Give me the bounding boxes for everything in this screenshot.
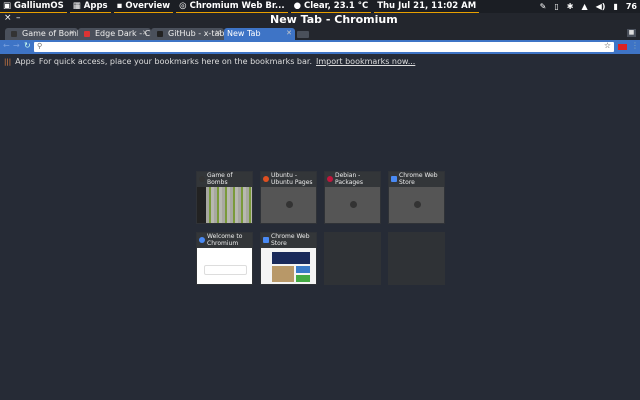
- tab-favicon: [157, 31, 163, 37]
- apps-grid-icon: ▦: [72, 1, 81, 11]
- tile-thumbnail: [261, 248, 316, 284]
- omnibox-input[interactable]: ⚲ ☆: [34, 41, 614, 52]
- placeholder-dot: [414, 201, 421, 208]
- tab-favicon: [84, 31, 90, 37]
- tile-header: Ubuntu - Ubuntu Pages: [261, 172, 316, 187]
- new-tab-button[interactable]: [297, 31, 309, 38]
- tile-header: Game of Bombs: [197, 172, 252, 187]
- tile-thumbnail: [261, 187, 316, 223]
- import-bookmarks-link[interactable]: Import bookmarks now...: [316, 57, 415, 66]
- battery-icon[interactable]: ▮: [613, 2, 617, 11]
- star-bookmark-icon[interactable]: ☆: [604, 41, 611, 50]
- tile-thumbnail: [389, 187, 444, 223]
- apps-grid-icon: |||: [4, 57, 12, 66]
- tile-thumbnail: [197, 248, 252, 284]
- pen-icon[interactable]: ✎: [540, 2, 547, 11]
- toolbar: ← → ↻ ⚲ ☆ ⋮: [0, 40, 640, 54]
- volume-icon[interactable]: ◀): [596, 2, 606, 11]
- window-title: New Tab - Chromium: [270, 13, 398, 26]
- panel-overview[interactable]: ▪ Overview: [113, 0, 174, 13]
- tile-favicon: [391, 176, 397, 182]
- chromium-icon: ◎: [179, 1, 187, 11]
- tab-strip: Game of Bombs✕ Edge Dark - Chrome✕ GitHu…: [0, 27, 640, 40]
- tab-edge-dark[interactable]: Edge Dark - Chrome✕: [78, 28, 151, 40]
- tile-thumbnail: [197, 187, 252, 223]
- most-visited-tile[interactable]: Chrome Web Store: [388, 171, 445, 224]
- gallium-logo-icon: ▣: [3, 1, 12, 11]
- tile-title: Game of Bombs: [207, 172, 233, 186]
- close-tab-icon[interactable]: ✕: [69, 29, 75, 37]
- close-window-button[interactable]: ×: [4, 13, 12, 23]
- placeholder-dot: [286, 201, 293, 208]
- bookmarks-bar: ||| Apps For quick access, place your bo…: [0, 55, 640, 68]
- tile-title: Chrome Web Store: [271, 233, 310, 247]
- tile-header: Debian - Packages: [325, 172, 380, 187]
- extension-icon[interactable]: [618, 44, 627, 50]
- search-icon: ⚲: [37, 42, 43, 50]
- close-tab-icon[interactable]: ✕: [215, 29, 221, 37]
- tile-title: Welcome to Chromium: [207, 233, 243, 247]
- tile-title: Debian - Packages: [335, 172, 363, 186]
- panel-menu-gallium[interactable]: ▣ GalliumOS: [0, 0, 67, 13]
- weather-icon: ●: [293, 1, 301, 11]
- most-visited-tile[interactable]: Chrome Web Store: [260, 232, 317, 285]
- tile-title: Chrome Web Store: [399, 172, 438, 186]
- tab-new-tab[interactable]: New Tab ✕: [224, 28, 295, 40]
- battery-level: 76: [625, 2, 637, 11]
- empty-tile: [324, 232, 381, 285]
- tile-header: Chrome Web Store: [389, 172, 444, 187]
- overview-icon: ▪: [116, 1, 123, 11]
- tile-title: Ubuntu - Ubuntu Pages: [271, 172, 313, 186]
- apps-shortcut[interactable]: Apps: [15, 57, 35, 66]
- most-visited-tile[interactable]: Game of Bombs: [196, 171, 253, 224]
- back-icon[interactable]: ←: [3, 41, 10, 50]
- network-icon[interactable]: ▲: [581, 2, 587, 11]
- tile-favicon: [263, 176, 269, 182]
- profile-icon[interactable]: ■: [627, 29, 636, 37]
- bluetooth-icon[interactable]: ✱: [567, 2, 574, 11]
- forward-icon[interactable]: →: [13, 41, 20, 50]
- menu-icon[interactable]: ⋮: [631, 41, 639, 50]
- tile-favicon: [327, 176, 333, 182]
- system-panel: ▣ GalliumOS ▦ Apps ▪ Overview ◎ Chromium Web…: [0, 0, 640, 13]
- tab-game-of-bombs[interactable]: Game of Bombs✕: [5, 28, 78, 40]
- tab-favicon: [11, 31, 17, 37]
- panel-chromium[interactable]: ◎ Chromium Web Br...: [176, 0, 288, 13]
- panel-clock[interactable]: Thu Jul 21, 11:02 AM: [374, 0, 480, 13]
- tab-github[interactable]: GitHub - x-tab ✕: [151, 28, 224, 40]
- panel-weather[interactable]: ● Clear, 23.1 °C: [290, 0, 372, 13]
- close-tab-icon[interactable]: ✕: [142, 29, 148, 37]
- reload-icon[interactable]: ↻: [24, 41, 31, 50]
- tile-thumbnail: [325, 187, 380, 223]
- tile-favicon: [199, 237, 205, 243]
- most-visited-tile[interactable]: Ubuntu - Ubuntu Pages: [260, 171, 317, 224]
- tile-header: Chrome Web Store: [261, 233, 316, 248]
- clipboard-icon[interactable]: ▯: [554, 2, 558, 11]
- tile-favicon: [263, 237, 269, 243]
- most-visited-tile[interactable]: Debian - Packages: [324, 171, 381, 224]
- tab-label: New Tab: [227, 29, 261, 38]
- placeholder-dot: [350, 201, 357, 208]
- bookmarks-hint: For quick access, place your bookmarks h…: [38, 57, 312, 66]
- panel-apps[interactable]: ▦ Apps: [69, 0, 111, 13]
- title-bar: × – New Tab - Chromium: [0, 13, 640, 27]
- empty-tile: [388, 232, 445, 285]
- close-tab-icon[interactable]: ✕: [286, 29, 292, 37]
- minimize-window-button[interactable]: –: [16, 13, 21, 23]
- tile-favicon: [199, 176, 205, 182]
- most-visited-tile[interactable]: Welcome to Chromium: [196, 232, 253, 285]
- tile-header: Welcome to Chromium: [197, 233, 252, 248]
